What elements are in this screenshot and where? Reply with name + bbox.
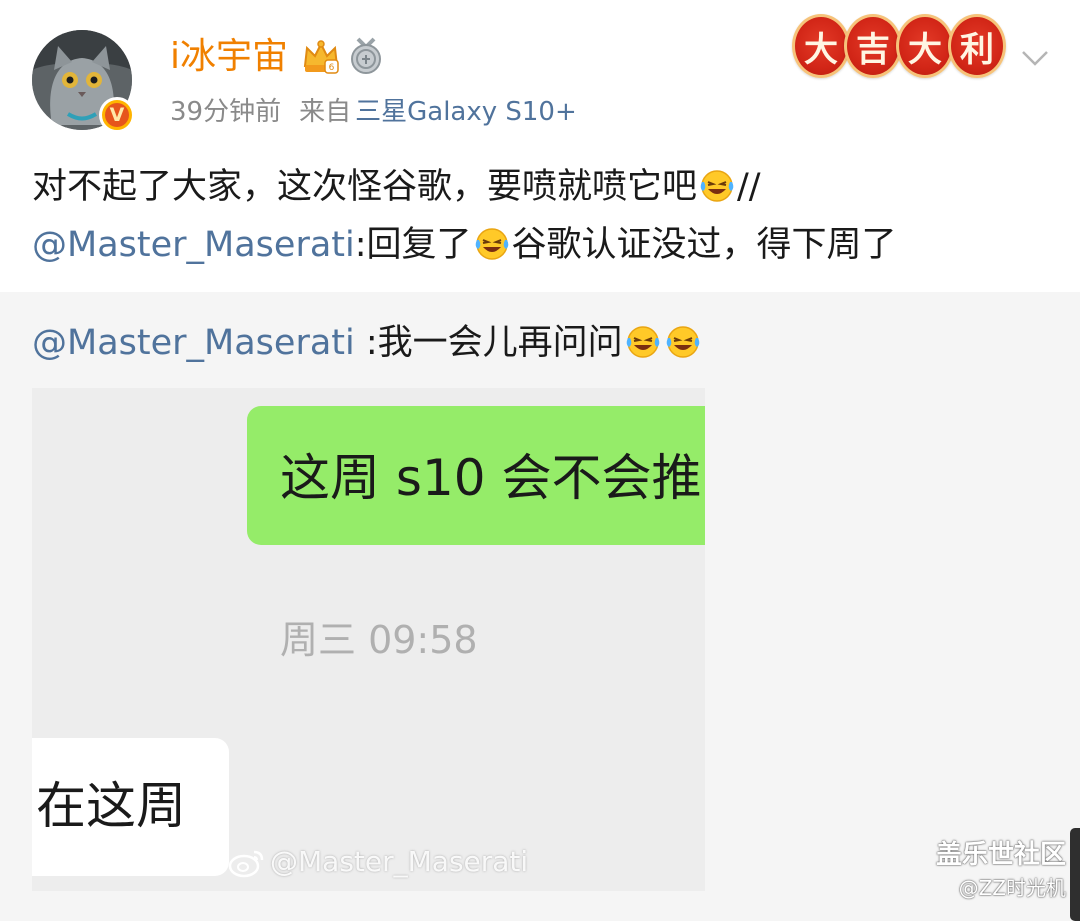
medal-icon[interactable] — [348, 37, 384, 75]
post-meta: 39分钟前 来自 三星Galaxy S10+ — [170, 95, 577, 129]
verified-badge-icon: V — [99, 97, 135, 133]
laugh-cry-emoji-icon — [700, 170, 734, 202]
svg-text:6: 6 — [329, 63, 335, 73]
weibo-post-screen: V i冰宇宙 6 39分钟前 来自 三星Galaxy S10+ 大 吉 大 利 对不… — [0, 0, 1080, 921]
laugh-cry-emoji-icon — [475, 228, 508, 260]
crown-level-icon[interactable]: 6 — [301, 36, 341, 76]
chat-screenshot-image[interactable]: 这周 s10 会不会推 周三 09:58 在这周 @Master_Maserat… — [32, 388, 705, 891]
repost-text: @Master_Maserati :我一会儿再问问 — [32, 315, 703, 371]
lucky-char: 大 — [792, 14, 850, 78]
sent-message-bubble: 这周 s10 会不会推 — [247, 406, 705, 545]
weibo-logo-icon — [228, 850, 264, 878]
laugh-cry-emoji-icon — [666, 326, 699, 358]
post-text: 对不起了大家，这次怪谷歌，要喷就喷它吧// @Master_Maserati:回… — [32, 158, 1052, 274]
mention-link[interactable]: @Master_Maserati — [32, 225, 355, 265]
scrollbar[interactable] — [1070, 828, 1080, 921]
community-watermark: 盖乐世社区 @ZZ时光机 — [935, 840, 1066, 900]
laugh-cry-emoji-icon — [626, 326, 659, 358]
chevron-down-icon[interactable] — [1020, 42, 1050, 72]
post-time: 39分钟前 — [170, 97, 282, 127]
chat-timestamp: 周三 09:58 — [280, 618, 478, 662]
weibo-watermark: @Master_Maserati — [228, 845, 528, 879]
post-line-1: 对不起了大家，这次怪谷歌，要喷就喷它吧// — [32, 167, 761, 207]
repost-mention-link[interactable]: @Master_Maserati — [32, 323, 355, 363]
lucky-char: 吉 — [844, 14, 902, 78]
device-link[interactable]: 三星Galaxy S10+ — [355, 97, 577, 127]
source-label: 来自 — [299, 97, 352, 127]
lucky-char: 大 — [896, 14, 954, 78]
lucky-card-badge[interactable]: 大 吉 大 利 — [792, 14, 1006, 78]
lucky-char: 利 — [948, 14, 1006, 78]
repost-card[interactable]: @Master_Maserati :我一会儿再问问 这周 s10 会不会推 周三… — [0, 292, 1080, 921]
username[interactable]: i冰宇宙 — [170, 33, 288, 81]
post-line-2: @Master_Maserati:回复了 谷歌认证没过，得下周了 — [32, 225, 897, 265]
received-message-bubble: 在这周 — [32, 738, 229, 876]
